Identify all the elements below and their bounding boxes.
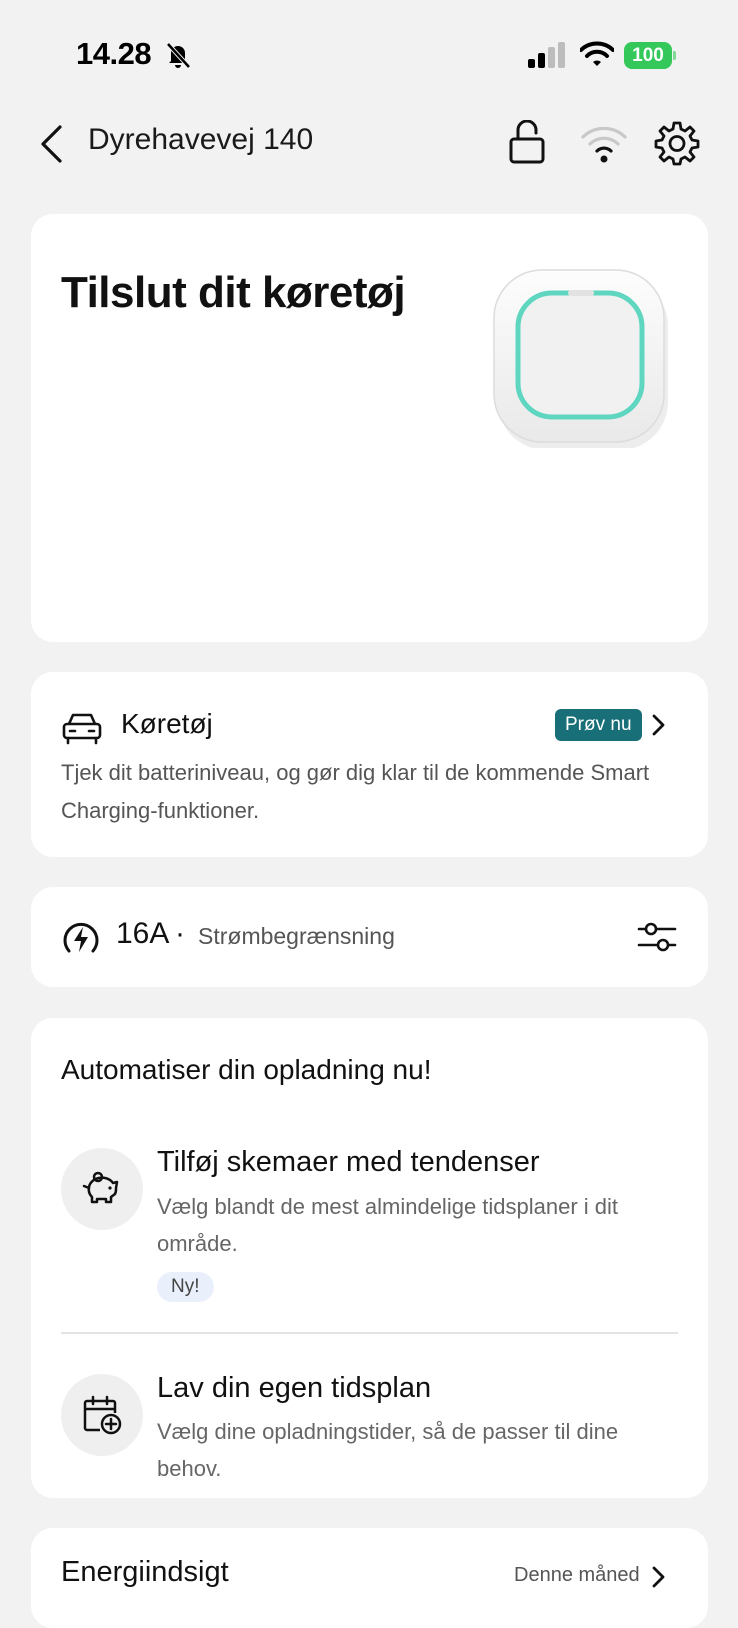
energy-insights-card[interactable]: Energiindsigt Denne måned	[31, 1528, 708, 1628]
charger-image	[493, 269, 668, 448]
vehicle-title: Køretøj	[121, 708, 213, 739]
energy-insights-title: Energiindsigt	[61, 1556, 229, 1588]
chevron-right-icon[interactable]	[649, 712, 667, 738]
calendar-add-icon-wrapper[interactable]	[61, 1374, 143, 1456]
car-icon	[62, 713, 102, 745]
connect-vehicle-card: Tilslut dit køretøj	[31, 214, 708, 642]
trend-schedules-description: Vælg blandt de mest almindelige tidsplan…	[157, 1194, 619, 1256]
wifi-icon[interactable]	[580, 122, 628, 164]
current-limit-card[interactable]: 16A · Strømbegrænsning	[31, 887, 708, 987]
custom-schedule-title[interactable]: Lav din egen tidsplan	[157, 1372, 431, 1405]
status-time: 14.28	[76, 36, 152, 71]
battery-tip	[673, 51, 676, 60]
try-now-badge[interactable]: Prøv nu	[555, 709, 642, 741]
vehicle-card[interactable]: Køretøj Prøv nu Tjek dit batteriniveau, …	[31, 672, 708, 857]
piggy-bank-icon-wrapper[interactable]	[61, 1148, 143, 1230]
vehicle-description: Tjek dit batteriniveau, og gør dig klar …	[61, 760, 650, 823]
back-icon[interactable]	[38, 124, 66, 164]
trend-schedules-title[interactable]: Tilføj skemaer med tendenser	[157, 1146, 540, 1179]
automate-charging-card: Automatiser din opladning nu! Tilføj ske…	[31, 1018, 708, 1498]
gear-icon[interactable]	[654, 120, 700, 166]
bolt-icon	[63, 922, 99, 953]
current-limit-value: 16A	[116, 917, 170, 950]
period-selector[interactable]: Denne måned	[514, 1564, 640, 1587]
lock-icon[interactable]	[508, 120, 546, 164]
divider	[61, 1332, 678, 1334]
calendar-add-icon	[83, 1395, 122, 1435]
battery-level: 100	[624, 42, 672, 69]
page-title: Dyrehavevej 140	[88, 123, 314, 156]
cellular-signal-icon	[528, 42, 565, 68]
wifi-status-icon	[580, 41, 614, 66]
piggy-bank-icon	[82, 1171, 119, 1204]
current-limit-label: Strømbegrænsning	[198, 923, 395, 949]
custom-schedule-description: Vælg dine opladningstider, så de passer …	[157, 1419, 619, 1481]
separator-dot: ·	[175, 917, 185, 950]
battery-indicator: 100	[624, 42, 676, 69]
chevron-right-icon[interactable]	[649, 1564, 667, 1590]
automate-title: Automatiser din opladning nu!	[61, 1054, 432, 1085]
sliders-icon[interactable]	[637, 919, 677, 955]
new-badge: Ny!	[157, 1272, 214, 1302]
bell-muted-icon	[166, 42, 191, 69]
connect-vehicle-title: Tilslut dit køretøj	[61, 268, 406, 317]
